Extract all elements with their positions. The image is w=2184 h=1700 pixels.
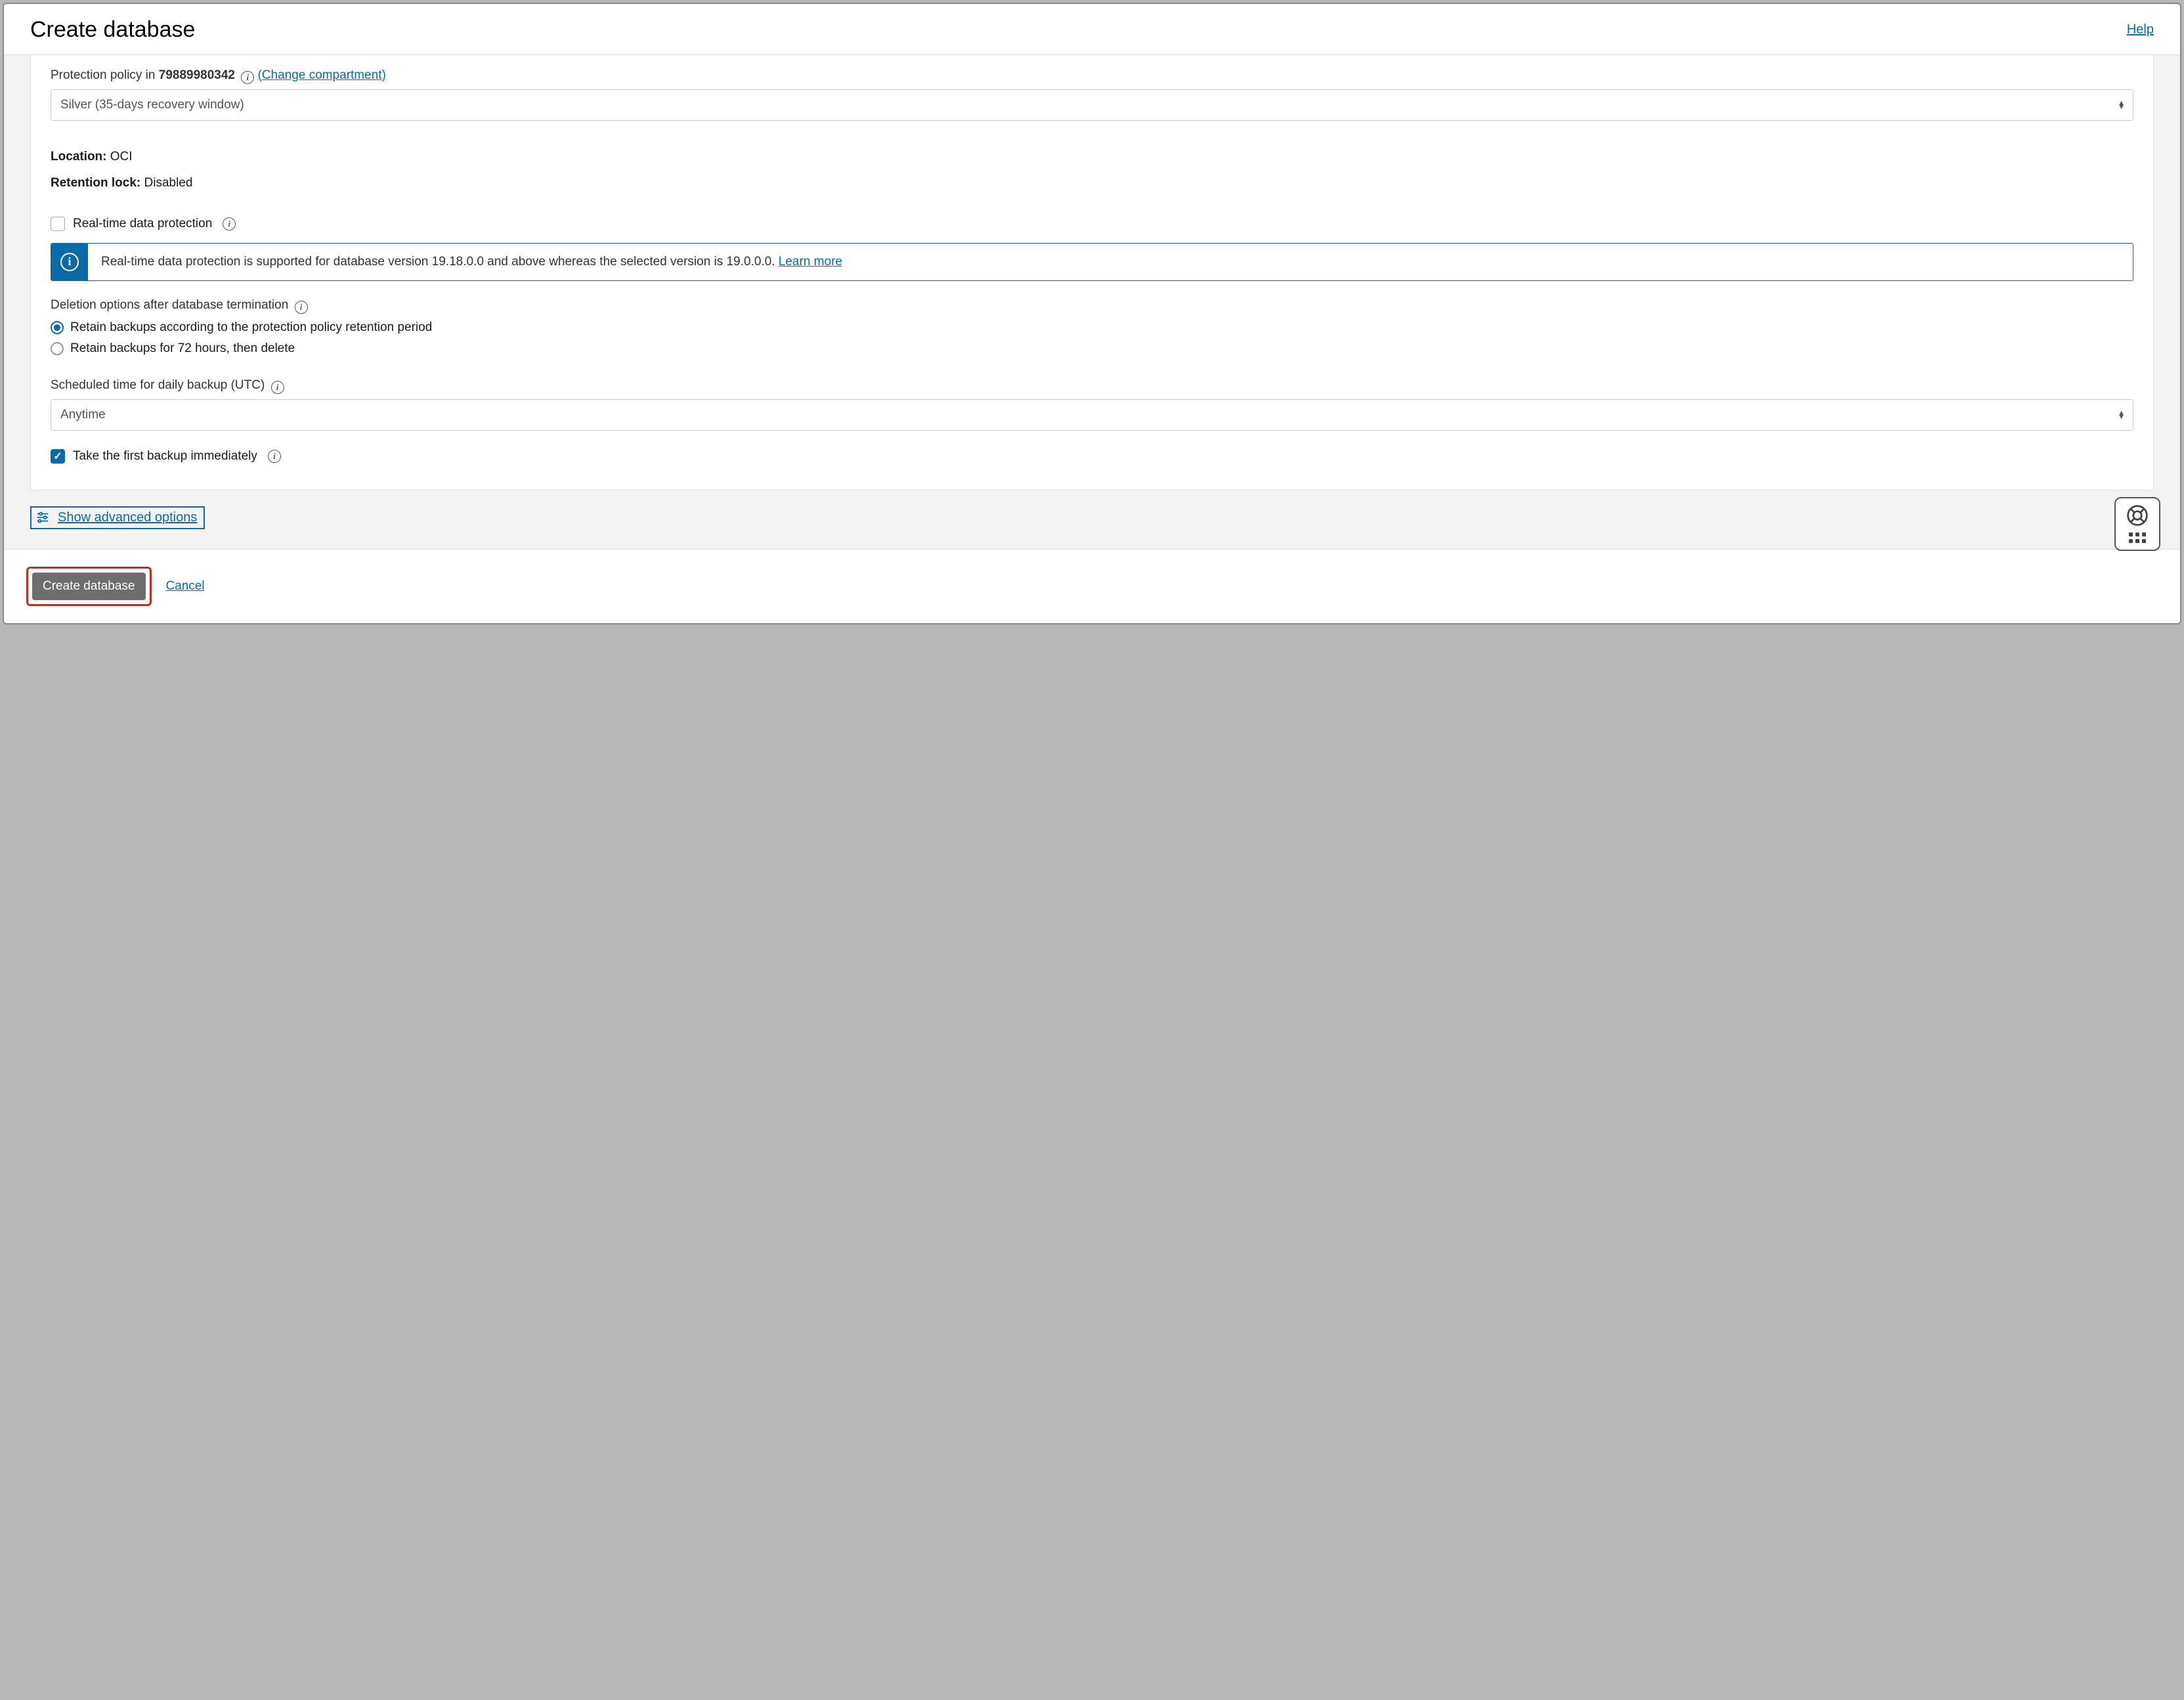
info-icon: i: [60, 253, 79, 271]
deletion-option-2-row: Retain backups for 72 hours, then delete: [51, 341, 2133, 356]
deletion-options-heading: Deletion options after database terminat…: [51, 298, 2133, 314]
deletion-option-2-label: Retain backups for 72 hours, then delete: [70, 341, 295, 356]
location-row: Location: OCI: [51, 150, 2133, 164]
info-banner: i Real-time data protection is supported…: [51, 243, 2133, 281]
lifebuoy-icon: [2126, 504, 2149, 527]
first-backup-row: ✓ Take the first backup immediately i: [51, 449, 2133, 464]
protection-policy-prefix: Protection policy in: [51, 68, 159, 82]
page-title: Create database: [30, 17, 195, 43]
deletion-option-1-label: Retain backups according to the protecti…: [70, 320, 432, 335]
retention-lock-row: Retention lock: Disabled: [51, 176, 2133, 190]
compartment-id: 79889980342: [159, 68, 235, 82]
realtime-protection-checkbox[interactable]: [51, 217, 65, 231]
realtime-protection-row: Real-time data protection i: [51, 217, 2133, 231]
advanced-options-label: Show advanced options: [58, 510, 197, 525]
deletion-option-1-row: Retain backups according to the protecti…: [51, 320, 2133, 335]
location-label: Location:: [51, 150, 107, 163]
location-value: OCI: [110, 150, 133, 163]
create-database-window: Create database Help Protection policy i…: [3, 3, 2181, 624]
info-icon[interactable]: i: [295, 301, 308, 314]
protection-policy-value: Silver (35-days recovery window): [60, 98, 244, 112]
info-banner-strip: i: [51, 244, 88, 280]
deletion-option-1-radio[interactable]: [51, 321, 64, 334]
deletion-option-2-radio[interactable]: [51, 342, 64, 355]
learn-more-link[interactable]: Learn more: [779, 255, 842, 269]
schedule-label: Scheduled time for daily backup (UTC): [51, 378, 265, 392]
content-area: Protection policy in 79889980342 i (Chan…: [4, 55, 2180, 549]
info-icon[interactable]: i: [241, 71, 254, 84]
info-icon[interactable]: i: [271, 381, 284, 394]
show-advanced-options-link[interactable]: Show advanced options: [30, 506, 205, 529]
cancel-link[interactable]: Cancel: [166, 579, 205, 594]
retention-lock-label: Retention lock:: [51, 176, 140, 190]
deletion-options-label: Deletion options after database terminat…: [51, 298, 288, 312]
info-icon[interactable]: i: [223, 217, 236, 230]
protection-policy-label: Protection policy in 79889980342 i (Chan…: [51, 68, 2133, 84]
header: Create database Help: [4, 4, 2180, 55]
info-icon[interactable]: i: [268, 450, 281, 463]
create-button-highlight: Create database: [26, 567, 152, 606]
first-backup-checkbox[interactable]: ✓: [51, 449, 65, 464]
first-backup-label: Take the first backup immediately: [73, 449, 257, 464]
sliders-icon: [35, 510, 50, 525]
protection-policy-select[interactable]: Silver (35-days recovery window) ▲▼: [51, 89, 2133, 121]
support-widget[interactable]: [2114, 497, 2160, 551]
create-database-button[interactable]: Create database: [32, 573, 146, 600]
info-banner-message: Real-time data protection is supported f…: [88, 244, 855, 280]
form-panel: Protection policy in 79889980342 i (Chan…: [30, 55, 2154, 490]
realtime-protection-label: Real-time data protection: [73, 217, 212, 231]
grid-icon: [2129, 533, 2146, 543]
schedule-select[interactable]: Anytime ▲▼: [51, 399, 2133, 431]
advanced-options-row: Show advanced options: [30, 490, 2154, 549]
footer: Create database Cancel: [4, 549, 2180, 623]
schedule-value: Anytime: [60, 408, 106, 422]
help-link[interactable]: Help: [2127, 22, 2154, 37]
change-compartment-link[interactable]: (Change compartment): [258, 68, 386, 82]
chevron-updown-icon: ▲▼: [2118, 411, 2125, 419]
chevron-updown-icon: ▲▼: [2118, 101, 2125, 109]
retention-lock-value: Disabled: [144, 176, 193, 190]
schedule-label-row: Scheduled time for daily backup (UTC) i: [51, 378, 2133, 394]
info-banner-text: Real-time data protection is supported f…: [101, 255, 779, 269]
